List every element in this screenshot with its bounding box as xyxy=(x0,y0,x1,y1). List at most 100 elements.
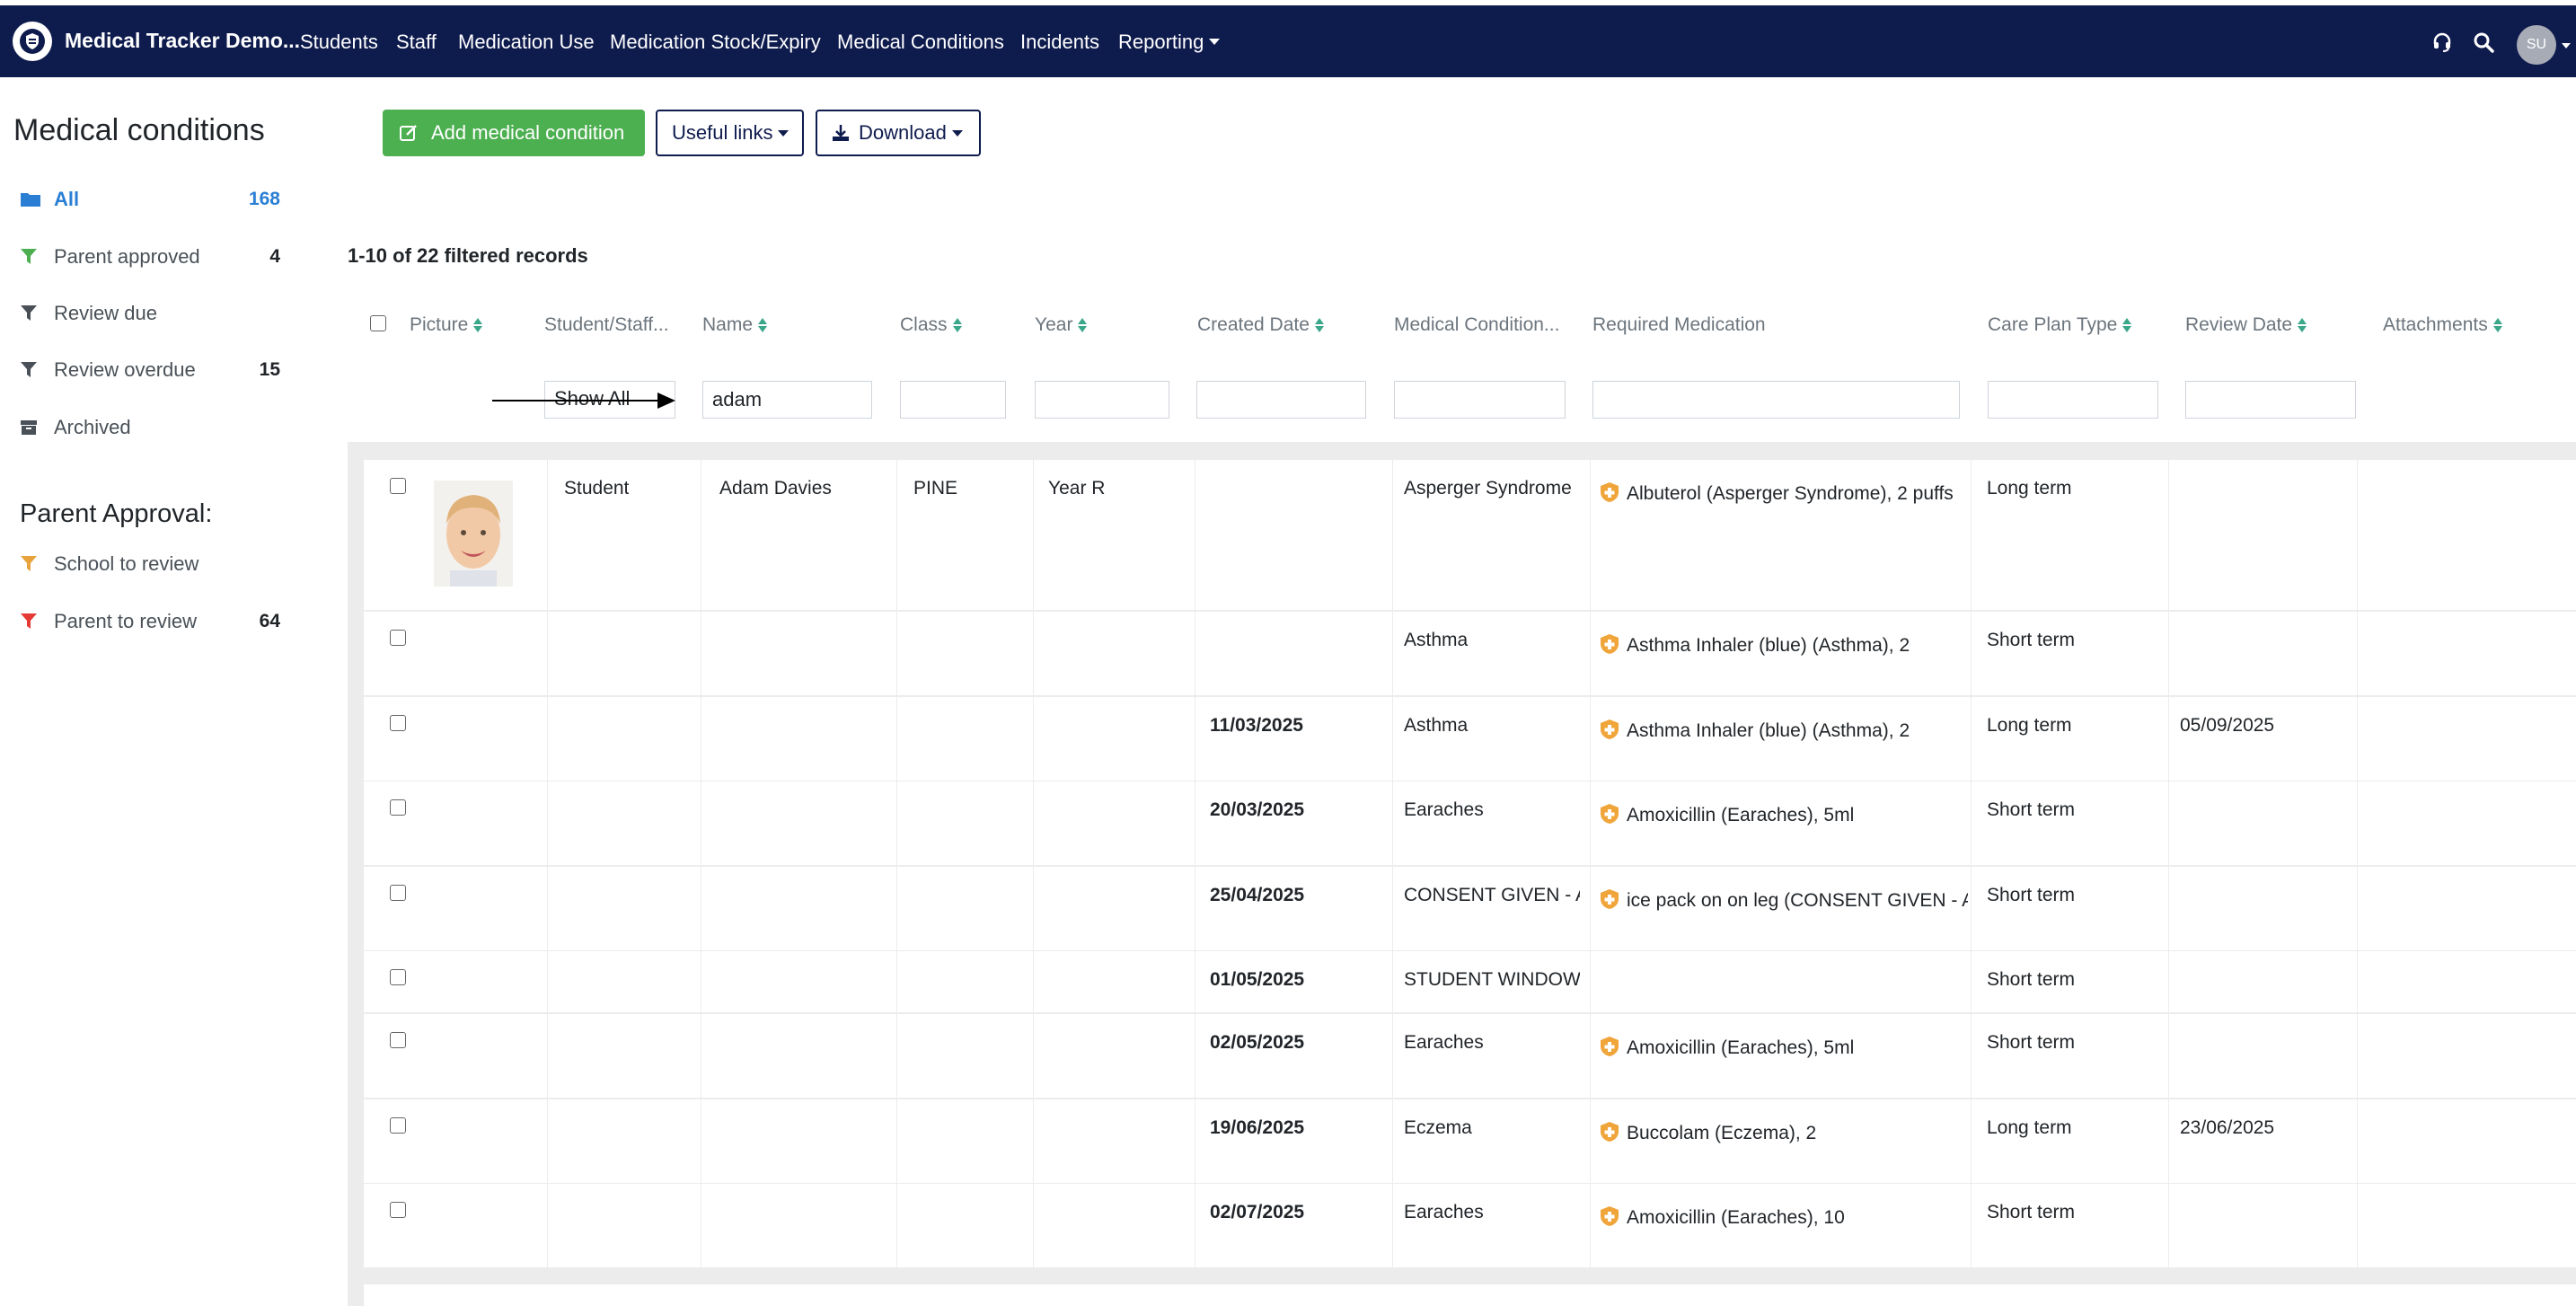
column-review-date[interactable]: Review Date xyxy=(2185,314,2307,336)
column-divider xyxy=(896,781,897,865)
column-divider xyxy=(1033,951,1034,1012)
sidebar-item-label: All xyxy=(54,188,80,210)
row-checkbox[interactable] xyxy=(390,1202,406,1218)
table-row[interactable]: 02/07/2025 Earaches Amoxicillin (Earaches)… xyxy=(364,1184,2576,1267)
select-all-checkbox[interactable] xyxy=(370,315,386,331)
table-row[interactable]: 25/04/2025 CONSENT GIVEN - AS ice pack on … xyxy=(364,867,2576,950)
row-checkbox[interactable] xyxy=(390,1117,406,1134)
column-divider xyxy=(1971,867,1972,950)
annotation-arrow-line xyxy=(492,400,665,402)
column-divider xyxy=(896,460,897,610)
table-row[interactable]: Asthma Asthma Inhaler (blue) (Asthma), 2 S… xyxy=(364,612,2576,695)
nav-medication-use[interactable]: Medication Use xyxy=(458,31,595,54)
class-filter-input[interactable] xyxy=(900,381,1006,419)
column-divider xyxy=(1033,1184,1034,1267)
sidebar-item-school-to-review[interactable]: School to review xyxy=(20,548,289,580)
nav-incidents[interactable]: Incidents xyxy=(1020,31,1099,54)
sidebar-item-review-due[interactable]: Review due xyxy=(20,297,289,330)
sidebar-item-count: 15 xyxy=(259,359,280,380)
table-row[interactable]: 01/05/2025 STUDENT WINDOW \ Short term xyxy=(364,951,2576,1012)
sidebar-item-count: 168 xyxy=(248,189,280,209)
column-divider xyxy=(2357,867,2358,950)
sidebar-item-label: Parent approved xyxy=(54,245,200,268)
cell-created: 25/04/2025 xyxy=(1210,885,1305,905)
sidebar-item-archived[interactable]: Archived xyxy=(20,411,289,444)
column-divider xyxy=(1033,1014,1034,1098)
cell-care-plan: Short term xyxy=(1987,630,2076,650)
sidebar-item-review-overdue[interactable]: Review overdue 15 xyxy=(20,354,289,386)
review-date-filter-input[interactable] xyxy=(2185,381,2356,419)
app-brand[interactable]: Medical Tracker Demo... xyxy=(65,29,300,53)
user-menu-caret-icon[interactable] xyxy=(2562,43,2571,49)
user-avatar[interactable]: SU xyxy=(2517,25,2556,65)
column-picture[interactable]: Picture xyxy=(410,314,483,336)
column-divider xyxy=(1033,612,1034,695)
created-date-filter-input[interactable] xyxy=(1196,381,1366,419)
column-divider xyxy=(1590,1184,1591,1267)
care-plan-type-filter-input[interactable] xyxy=(1988,381,2158,419)
column-year[interactable]: Year xyxy=(1035,314,1088,336)
column-divider xyxy=(2168,1014,2169,1098)
row-checkbox[interactable] xyxy=(390,969,406,985)
column-name[interactable]: Name xyxy=(702,314,768,336)
column-divider xyxy=(547,697,548,781)
column-required-medication: Required Medication xyxy=(1592,314,1766,336)
column-divider xyxy=(1971,781,1972,865)
app-logo-icon[interactable] xyxy=(13,22,52,61)
column-divider xyxy=(1392,460,1393,610)
table-row[interactable]: 02/05/2025 Earaches Amoxicillin (Earaches)… xyxy=(364,1014,2576,1098)
table-row-partial xyxy=(364,1284,2576,1306)
cell-care-plan: Long term xyxy=(1987,478,2072,499)
row-checkbox[interactable] xyxy=(390,630,406,646)
row-checkbox[interactable] xyxy=(390,799,406,816)
archive-icon xyxy=(20,417,45,438)
nav-medication-stock[interactable]: Medication Stock/Expiry xyxy=(610,31,821,54)
name-filter-input[interactable] xyxy=(702,381,872,419)
table-row[interactable]: 19/06/2025 Eczema Buccolam (Eczema), 2 Long… xyxy=(364,1099,2576,1183)
search-icon[interactable] xyxy=(2472,31,2495,54)
parent-approval-title: Parent Approval: xyxy=(20,499,213,528)
cell-year: Year R xyxy=(1048,478,1106,499)
nav-students[interactable]: Students xyxy=(300,31,378,54)
nav-staff[interactable]: Staff xyxy=(396,31,437,54)
student-photo[interactable] xyxy=(434,481,513,587)
cell-condition: CONSENT GIVEN - AS xyxy=(1404,885,1580,905)
nav-reporting[interactable]: Reporting xyxy=(1118,31,1220,54)
column-divider xyxy=(2357,951,2358,1012)
column-attachments[interactable]: Attachments xyxy=(2383,314,2502,336)
sidebar-item-parent-approved[interactable]: Parent approved 4 xyxy=(20,241,289,273)
column-class[interactable]: Class xyxy=(900,314,962,336)
year-filter-input[interactable] xyxy=(1035,381,1169,419)
row-checkbox[interactable] xyxy=(390,1032,406,1048)
table-row[interactable]: 20/03/2025 Earaches Amoxicillin (Earaches)… xyxy=(364,781,2576,865)
filter-icon xyxy=(20,359,45,381)
cell-medication: Amoxicillin (Earaches), 5ml xyxy=(1627,1037,1855,1058)
row-checkbox[interactable] xyxy=(390,715,406,731)
table-row[interactable]: Student Adam Davies PINE Year R Asperger Syn… xyxy=(364,460,2576,610)
useful-links-button[interactable]: Useful links xyxy=(656,110,804,156)
sort-icon xyxy=(2122,317,2132,333)
sidebar-item-all[interactable]: All 168 xyxy=(20,183,289,216)
row-checkbox[interactable] xyxy=(390,885,406,901)
column-divider xyxy=(547,1099,548,1183)
cell-created: 20/03/2025 xyxy=(1210,799,1305,820)
add-medical-condition-button[interactable]: Add medical condition xyxy=(383,110,645,156)
column-divider xyxy=(1971,1099,1972,1183)
column-created-date[interactable]: Created Date xyxy=(1197,314,1324,336)
required-medication-filter-input[interactable] xyxy=(1592,381,1960,419)
column-divider xyxy=(1590,867,1591,950)
download-button[interactable]: Download xyxy=(816,110,981,156)
useful-links-label: Useful links xyxy=(672,121,773,144)
table-row[interactable]: 11/03/2025 Asthma Asthma Inhaler (blue) (A… xyxy=(364,697,2576,781)
headset-icon[interactable] xyxy=(2430,31,2454,54)
column-label: Attachments xyxy=(2383,314,2488,335)
row-checkbox[interactable] xyxy=(390,478,406,494)
medication-shield-icon xyxy=(1600,888,1619,910)
column-care-plan-type[interactable]: Care Plan Type xyxy=(1988,314,2132,336)
cell-care-plan: Long term xyxy=(1987,1117,2072,1138)
medical-condition-filter-input[interactable] xyxy=(1394,381,1566,419)
nav-medical-conditions[interactable]: Medical Conditions xyxy=(837,31,1004,54)
column-divider xyxy=(2168,1099,2169,1183)
column-divider xyxy=(2357,781,2358,865)
sidebar-item-parent-to-review[interactable]: Parent to review 64 xyxy=(20,605,289,638)
